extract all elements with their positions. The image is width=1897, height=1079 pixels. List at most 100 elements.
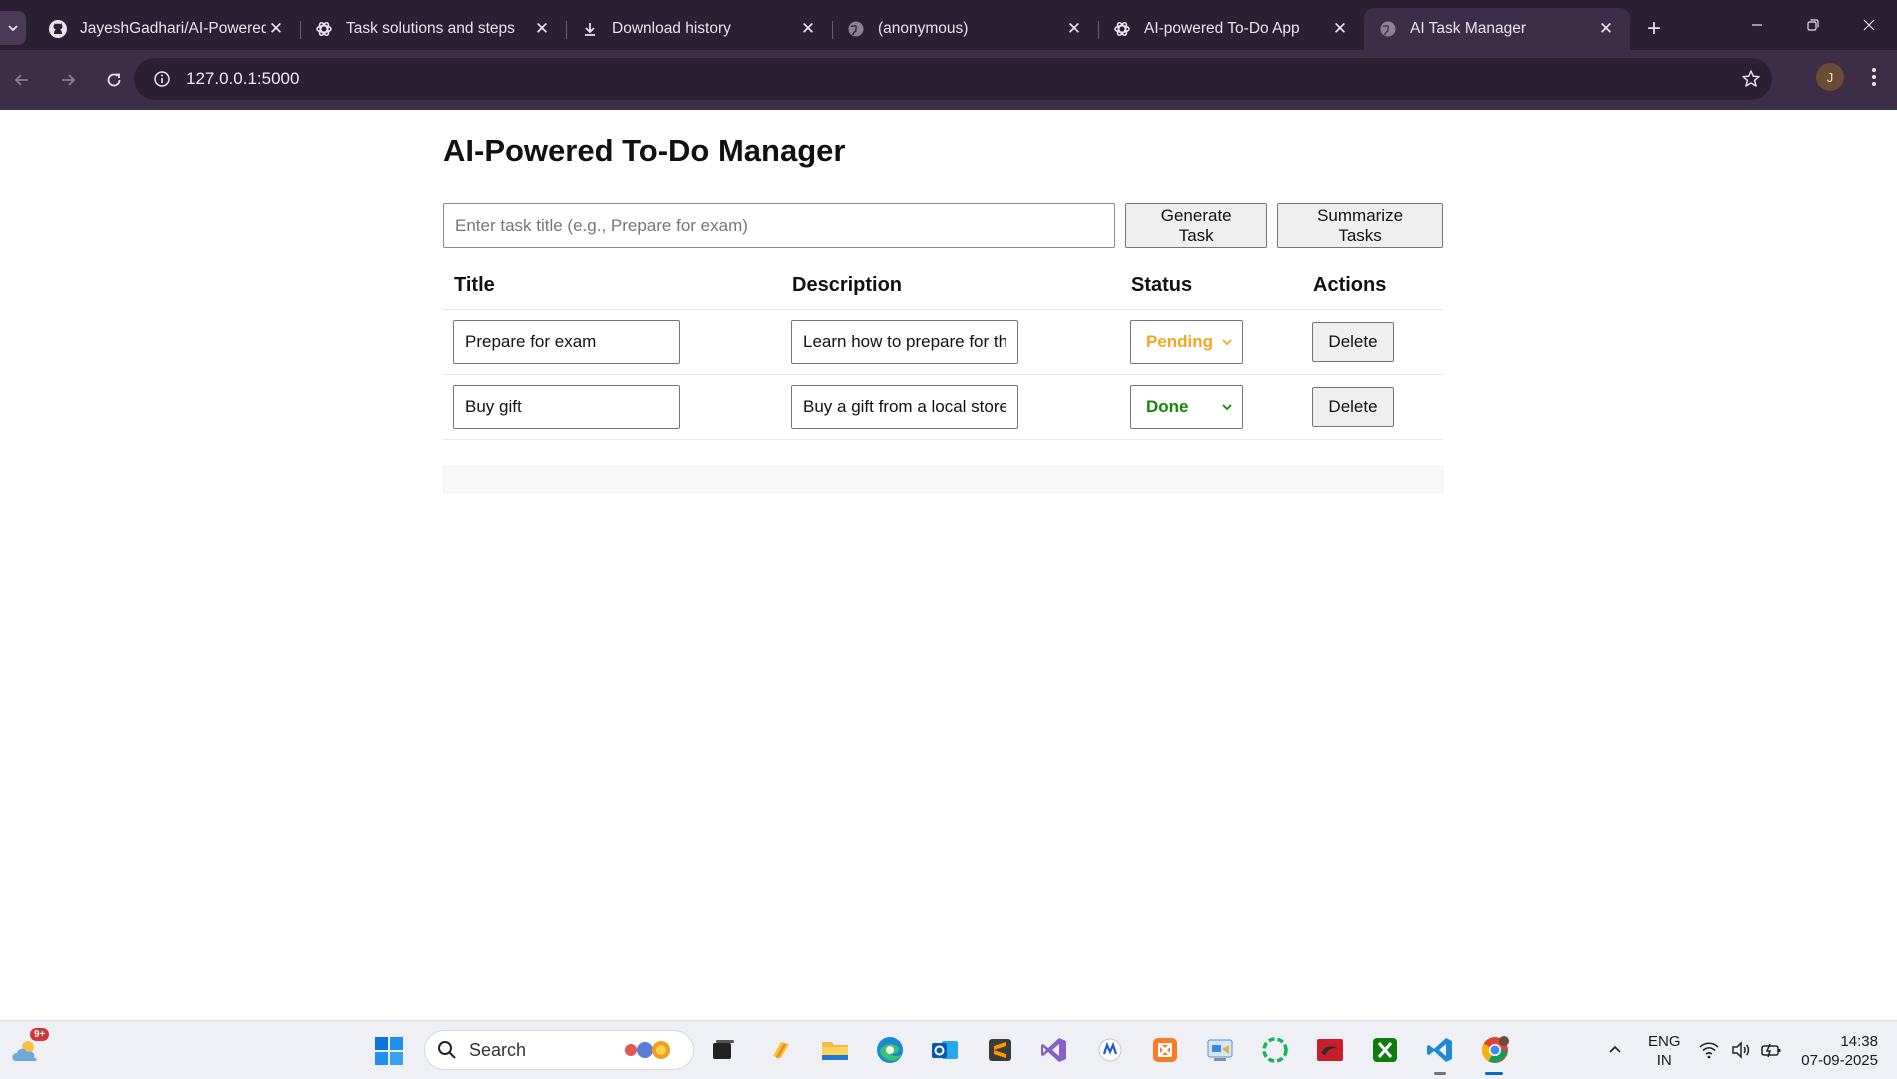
site-info-icon[interactable] [142,58,182,100]
visual-studio-icon[interactable] [1037,1033,1071,1067]
control-panel-icon[interactable] [1203,1033,1237,1067]
close-icon[interactable]: ✕ [532,19,552,39]
browser-menu-icon[interactable] [1860,60,1888,94]
copilot-icon[interactable] [764,1033,798,1067]
tab-title: Task solutions and steps [346,20,515,37]
weather-widget[interactable]: 9+ [8,1028,50,1069]
tab-download-history[interactable]: Download history ✕ [566,8,832,50]
notification-badge: 9+ [30,1028,50,1041]
app-active-indicator [1485,1072,1503,1075]
page-title: AI-Powered To-Do Manager [443,133,846,168]
mysql-workbench-icon[interactable] [1313,1033,1347,1067]
pen-app-icon[interactable] [1093,1033,1127,1067]
tab-title: AI Task Manager [1410,20,1527,37]
tray-overflow-chevron-icon[interactable] [1598,1033,1632,1067]
download-icon [580,19,600,39]
sublime-text-icon[interactable] [983,1033,1017,1067]
status-value: Pending [1146,331,1214,351]
browser-toolbar: 127.0.0.1:5000 J [0,50,1897,110]
restore-icon[interactable] [1785,0,1841,50]
openai-icon [1112,19,1132,39]
back-icon[interactable] [0,58,44,102]
clock-time: 14:38 [1840,1033,1878,1050]
taskbar-search[interactable]: Search [424,1030,694,1070]
generate-task-button[interactable]: Generate Task [1125,203,1268,248]
task-title-field[interactable] [453,384,680,429]
file-explorer-icon[interactable] [818,1033,852,1067]
tab-list: JayeshGadhari/AI-Powered ✕ Task solution… [34,0,1674,50]
globe-icon [846,19,866,39]
task-description-field[interactable] [791,319,1018,364]
tab-ai-todo-app[interactable]: AI-powered To-Do App ✕ [1098,8,1364,50]
task-description-field[interactable] [791,384,1018,429]
edge-icon[interactable] [873,1033,907,1067]
status-cell: Done [1120,374,1302,440]
close-icon[interactable]: ✕ [1064,19,1084,39]
chrome-icon[interactable] [1478,1033,1512,1067]
wifi-icon[interactable] [1692,1033,1726,1067]
volume-icon[interactable] [1724,1033,1758,1067]
task-view-icon[interactable] [706,1033,740,1067]
reload-icon[interactable] [92,58,136,102]
tab-github[interactable]: JayeshGadhari/AI-Powered ✕ [34,8,300,50]
windows-start-icon[interactable] [374,1036,404,1066]
clock-date: 07-09-2025 [1801,1052,1878,1069]
app-running-indicator [1434,1072,1446,1075]
vscode-icon[interactable] [1423,1033,1457,1067]
status-cell: Pending [1120,309,1302,375]
language-indicator[interactable]: ENG IN [1648,1032,1681,1070]
task-form: Generate Task Summarize Tasks [443,203,1443,249]
tab-anonymous[interactable]: (anonymous) ✕ [832,8,1098,50]
column-header-description: Description [781,263,1120,310]
page-viewport: AI-Powered To-Do Manager Generate Task S… [0,110,1897,1020]
delete-button[interactable]: Delete [1312,321,1394,362]
minimize-icon[interactable] [1729,0,1785,50]
status-select[interactable]: Done [1130,384,1243,429]
loading-ring-icon[interactable] [1258,1033,1292,1067]
tab-task-solutions[interactable]: Task solutions and steps ✕ [300,8,566,50]
status-select[interactable]: Pending [1130,319,1243,364]
search-highlight-icon [625,1041,670,1059]
close-icon[interactable]: ✕ [1596,19,1616,39]
xbox-icon[interactable] [1368,1033,1402,1067]
tab-title: AI-powered To-Do App [1144,20,1300,37]
delete-button[interactable]: Delete [1312,386,1394,427]
column-header-status: Status [1120,263,1302,310]
browser-tab-strip: JayeshGadhari/AI-Powered ✕ Task solution… [0,0,1897,50]
todo-container: AI-Powered To-Do Manager Generate Task S… [443,110,1443,493]
chevron-down-icon [1222,403,1232,410]
tab-title: (anonymous) [878,20,969,37]
table-header-row: Title Description Status Actions [443,263,1443,310]
battery-icon[interactable] [1754,1033,1788,1067]
summarize-tasks-button[interactable]: Summarize Tasks [1277,203,1443,248]
task-title-field[interactable] [453,319,680,364]
column-header-actions: Actions [1302,263,1443,310]
forward-icon[interactable] [46,58,90,102]
close-icon[interactable]: ✕ [1330,19,1350,39]
tab-search-button[interactable] [0,11,26,45]
task-title-input[interactable] [443,203,1116,248]
summary-output-box [443,465,1443,493]
window-controls [1729,0,1897,50]
system-clock[interactable]: 14:38 07-09-2025 [1796,1032,1878,1070]
close-icon[interactable]: ✕ [798,19,818,39]
openai-icon [314,19,334,39]
chevron-down-icon [1222,338,1232,345]
address-bar[interactable]: 127.0.0.1:5000 [134,58,1772,100]
title-cell [443,374,781,440]
bookmark-star-icon[interactable] [1738,66,1764,92]
tab-ai-task-manager[interactable]: AI Task Manager ✕ [1364,8,1630,50]
close-icon[interactable]: ✕ [266,19,286,39]
profile-avatar[interactable]: J [1816,63,1844,91]
table-row: Pending Delete [443,309,1443,375]
xampp-icon[interactable] [1148,1033,1182,1067]
title-cell [443,309,781,375]
close-window-icon[interactable] [1841,0,1897,50]
language-code: ENG [1648,1033,1681,1050]
outlook-icon[interactable] [928,1033,962,1067]
actions-cell: Delete [1302,374,1443,440]
actions-cell: Delete [1302,309,1443,375]
task-table: Title Description Status Actions Prepare… [443,263,1443,440]
search-icon [438,1041,456,1059]
new-tab-button[interactable]: + [1634,8,1674,50]
